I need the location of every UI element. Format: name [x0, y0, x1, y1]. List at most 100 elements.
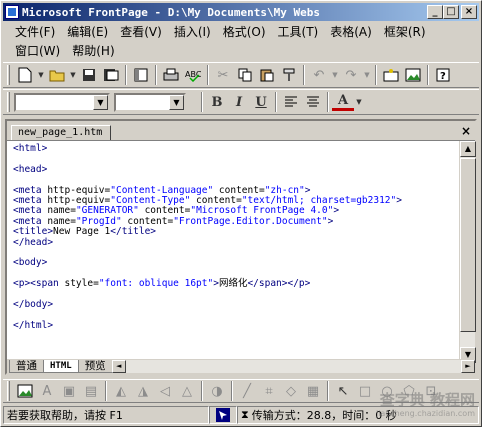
undo-dropdown-chevron-icon[interactable]: ▼ [330, 64, 340, 86]
code-line[interactable]: </html> [13, 320, 459, 331]
frontpage-app-icon[interactable] [5, 5, 19, 19]
align-left-icon[interactable] [280, 91, 302, 113]
html-code-editor[interactable]: <html> <head> <meta http-equiv="Content-La… [7, 141, 459, 363]
new-dropdown-chevron-icon[interactable]: ▼ [36, 64, 46, 86]
toolbar-separator [201, 381, 203, 401]
code-line[interactable]: </body> [13, 299, 459, 310]
title-bar[interactable]: Microsoft FrontPage - D:\My Documents\My… [3, 3, 479, 21]
code-line[interactable] [13, 289, 459, 299]
menu-table[interactable]: 表格(A) [324, 23, 378, 40]
publish-icon[interactable] [100, 64, 122, 86]
status-bar: 若要获取帮助，请按 F1 ⧗ 传输方式：28.8，时间：0 秒 查字典 教程网 … [3, 393, 479, 425]
rotate-left-icon[interactable]: ◭ [110, 380, 132, 402]
vertical-scrollbar[interactable]: ▲ ▼ [459, 141, 476, 363]
contrast-icon[interactable]: ◑ [206, 380, 228, 402]
scroll-right-icon[interactable]: ► [461, 359, 475, 373]
menu-edit[interactable]: 编辑(E) [61, 23, 114, 40]
close-button[interactable]: × [461, 5, 477, 19]
code-line[interactable]: <p><span style="font: oblique 16pt">网络化<… [13, 278, 459, 289]
menu-frames[interactable]: 框架(R) [378, 23, 432, 40]
code-line[interactable]: </head> [13, 237, 459, 248]
folder-list-icon[interactable] [130, 64, 152, 86]
insert-picture-icon[interactable] [402, 64, 424, 86]
svg-text:ABC: ABC [185, 70, 201, 79]
code-token-tag: <body> [13, 257, 48, 269]
send-backward-icon[interactable]: ▤ [80, 380, 102, 402]
scroll-up-icon[interactable]: ▲ [460, 141, 476, 157]
code-line[interactable]: <title>New Page 1</title> [13, 226, 459, 238]
font-color-button[interactable]: A [332, 93, 354, 111]
print-icon[interactable] [160, 64, 182, 86]
menu-tools[interactable]: 工具(T) [272, 23, 325, 40]
menu-format[interactable]: 格式(O) [217, 23, 272, 40]
code-line[interactable] [13, 154, 459, 164]
font-select[interactable]: ▼ [114, 92, 186, 112]
code-line[interactable]: <head> [13, 164, 459, 175]
web-component-icon[interactable] [380, 64, 402, 86]
crop-icon[interactable]: ⌗ [258, 380, 280, 402]
site-watermark: 查字典 教程网 jiaocheng.chazidian.com [376, 393, 475, 421]
toolbar-grip[interactable] [7, 92, 10, 112]
resample-icon[interactable]: ▦ [302, 380, 324, 402]
menu-file[interactable]: 文件(F) [9, 23, 61, 40]
format-painter-icon[interactable] [278, 64, 300, 86]
transparent-icon[interactable]: ◇ [280, 380, 302, 402]
code-line[interactable] [13, 248, 459, 258]
maximize-button[interactable]: □ [443, 5, 459, 19]
code-line[interactable]: <html> [13, 143, 459, 154]
code-token-attr: http-equiv= [47, 194, 111, 206]
document-close-icon[interactable]: × [461, 124, 471, 138]
help-icon[interactable]: ? [432, 64, 454, 86]
insert-picture-icon[interactable] [14, 380, 36, 402]
paste-icon[interactable] [256, 64, 278, 86]
code-token-tag: <meta [13, 215, 48, 227]
chevron-down-icon[interactable]: ▼ [169, 94, 184, 110]
tab-html[interactable]: HTML [43, 359, 79, 373]
scroll-left-icon[interactable]: ◄ [111, 359, 126, 373]
code-token-str: "Content-Language" [110, 184, 214, 196]
undo-icon[interactable]: ↶ [308, 64, 330, 86]
code-token-str: "Content-Type" [110, 194, 191, 206]
style-select[interactable]: ▼ [14, 92, 110, 112]
open-dropdown-chevron-icon[interactable]: ▼ [68, 64, 78, 86]
cut-icon[interactable]: ✂ [212, 64, 234, 86]
new-page-icon[interactable] [14, 64, 36, 86]
select-pointer-icon[interactable]: ↖ [332, 380, 354, 402]
font-color-chevron-down-icon[interactable]: ▼ [354, 91, 364, 113]
toolbar-separator [125, 65, 127, 85]
redo-dropdown-chevron-icon[interactable]: ▼ [362, 64, 372, 86]
horizontal-scrollbar[interactable] [125, 359, 461, 373]
menu-insert[interactable]: 插入(I) [168, 23, 217, 40]
bold-button[interactable]: B [206, 91, 228, 113]
spelling-icon[interactable]: ABC [182, 64, 204, 86]
chevron-down-icon[interactable]: ▼ [93, 94, 108, 110]
document-tab[interactable]: new_page_1.htm [11, 125, 112, 140]
tab-preview[interactable]: 预览 [77, 359, 113, 373]
flip-horizontal-icon[interactable]: ◁ [154, 380, 176, 402]
tab-normal[interactable]: 普通 [9, 359, 44, 373]
redo-icon[interactable]: ↷ [340, 64, 362, 86]
toolbar-grip[interactable] [7, 65, 10, 85]
bring-forward-icon[interactable]: ▣ [58, 380, 80, 402]
italic-button[interactable]: I [228, 91, 250, 113]
scroll-thumb[interactable] [460, 158, 476, 332]
copy-icon[interactable] [234, 64, 256, 86]
save-icon[interactable] [78, 64, 100, 86]
code-line[interactable]: <body> [13, 258, 459, 268]
flip-vertical-icon[interactable]: △ [176, 380, 198, 402]
underline-button[interactable]: U [250, 91, 272, 113]
code-token-txt: New Page 1 [53, 226, 111, 238]
menu-view[interactable]: 查看(V) [114, 23, 168, 40]
line-icon[interactable]: ╱ [236, 380, 258, 402]
align-center-icon[interactable] [302, 91, 324, 113]
toolbar-grip[interactable] [7, 381, 10, 401]
menu-help[interactable]: 帮助(H) [66, 42, 120, 59]
menu-window[interactable]: 窗口(W) [9, 42, 66, 59]
minimize-button[interactable]: _ [427, 5, 443, 19]
rectangle-icon[interactable]: □ [354, 380, 376, 402]
open-folder-icon[interactable] [46, 64, 68, 86]
text-icon[interactable]: A [36, 380, 58, 402]
font-size-decrease-icon[interactable] [190, 91, 198, 113]
rotate-right-icon[interactable]: ◮ [132, 380, 154, 402]
code-line[interactable] [13, 310, 459, 320]
